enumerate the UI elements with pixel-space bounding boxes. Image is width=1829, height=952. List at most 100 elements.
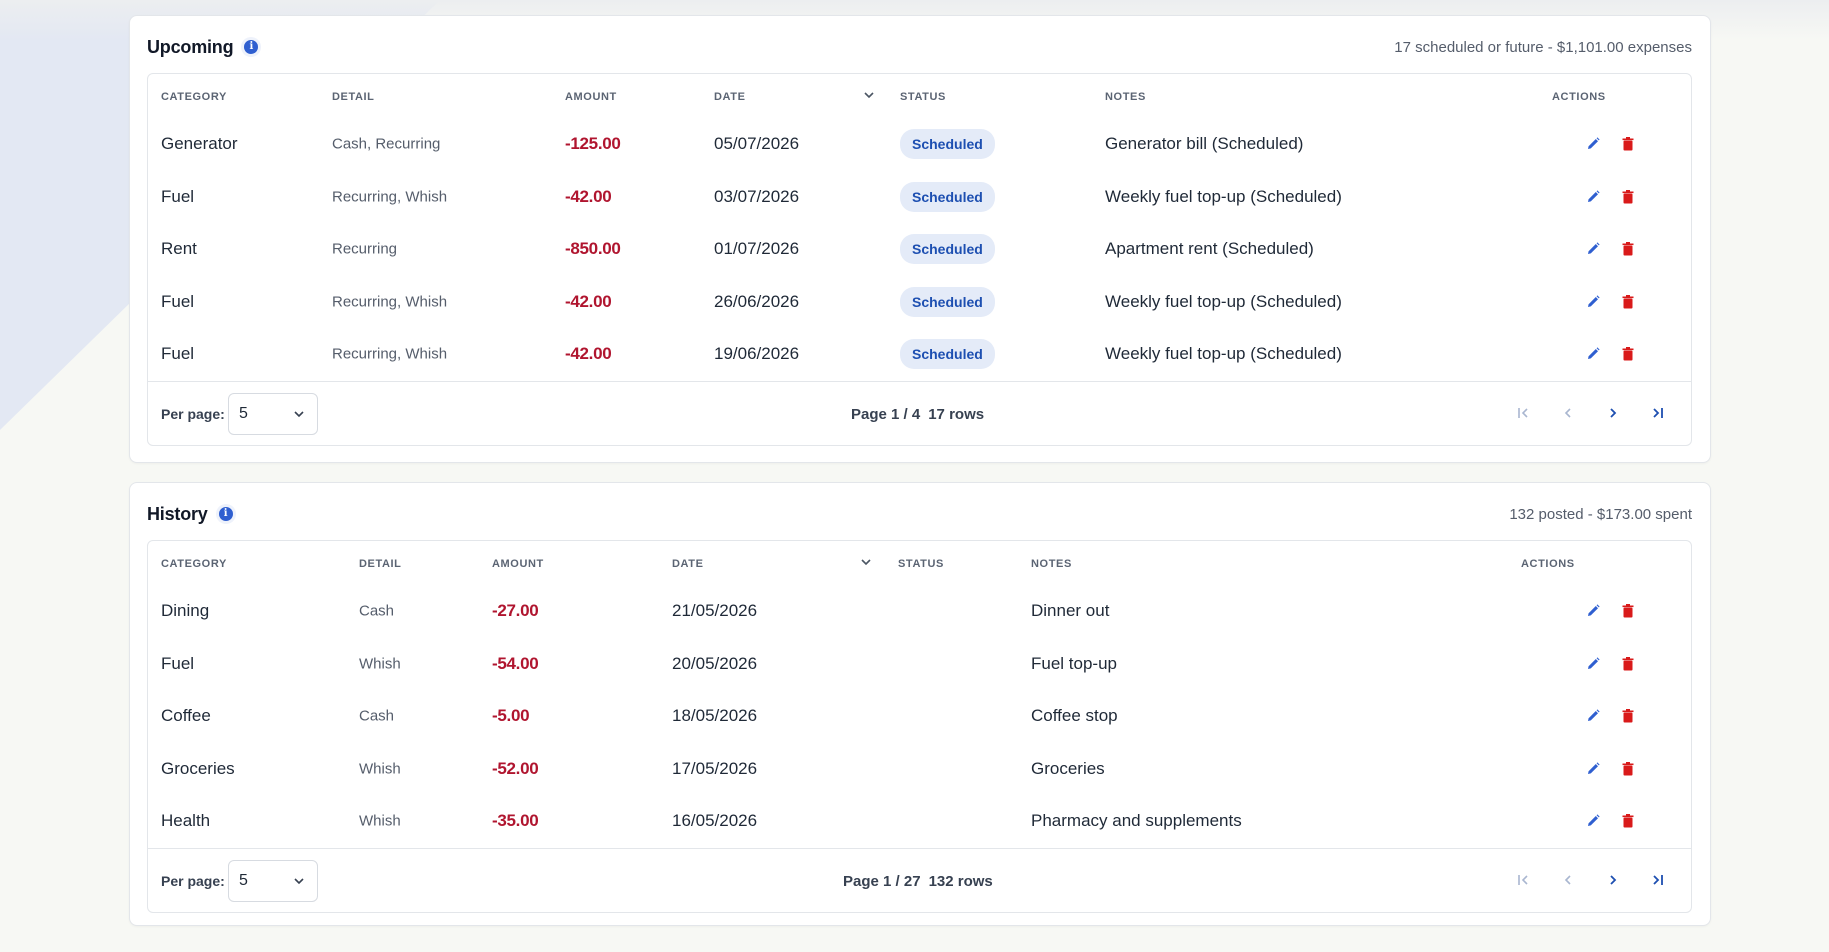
- notes-cell: Generator bill (Scheduled): [1105, 134, 1304, 154]
- row-actions: [1585, 189, 1635, 205]
- first-page-button[interactable]: [1514, 402, 1532, 424]
- pencil-icon[interactable]: [1585, 656, 1601, 672]
- info-icon[interactable]: i: [215, 504, 236, 524]
- detail-cell: Cash: [359, 602, 395, 620]
- last-page-icon: [1653, 874, 1663, 885]
- trash-icon[interactable]: [1621, 189, 1635, 205]
- category-cell: Dining: [161, 601, 210, 621]
- trash-icon[interactable]: [1621, 656, 1635, 672]
- page-text: Page 1 / 27: [843, 872, 921, 890]
- prev-page-button[interactable]: [1559, 869, 1577, 891]
- column-header-category[interactable]: CATEGORY: [161, 558, 227, 570]
- history-summary: 132 posted - $173.00 spent: [1509, 505, 1692, 523]
- detail-cell: Recurring, Whish: [332, 188, 448, 206]
- info-icon[interactable]: i: [241, 37, 262, 57]
- table-row[interactable]: Fuel Recurring, Whish -42.00 26/06/2026 Sche…: [148, 276, 1691, 329]
- column-header-detail[interactable]: DETAIL: [359, 558, 402, 570]
- table-row[interactable]: Rent Recurring -850.00 01/07/2026 Scheduled A…: [148, 223, 1691, 276]
- pagination: [1514, 869, 1667, 891]
- table-row[interactable]: Fuel Recurring, Whish -42.00 03/07/2026 Sche…: [148, 171, 1691, 224]
- next-page-button[interactable]: [1604, 402, 1622, 424]
- history-header: History i 132 posted - $173.00 spent: [147, 499, 1692, 529]
- upcoming-card: Upcoming i 17 scheduled or future - $1,1…: [129, 15, 1711, 463]
- amount-cell: -850.00: [565, 239, 621, 259]
- trash-icon[interactable]: [1621, 708, 1635, 724]
- pencil-icon[interactable]: [1585, 189, 1601, 205]
- last-page-button[interactable]: [1649, 402, 1667, 424]
- first-page-button[interactable]: [1514, 869, 1532, 891]
- row-actions: [1585, 708, 1635, 724]
- pencil-icon[interactable]: [1585, 346, 1601, 362]
- pencil-icon[interactable]: [1585, 761, 1601, 777]
- status-badge: Scheduled: [900, 339, 995, 370]
- column-header-date[interactable]: DATE: [672, 558, 704, 570]
- category-cell: Coffee: [161, 706, 211, 726]
- row-actions: [1585, 656, 1635, 672]
- trash-icon[interactable]: [1621, 813, 1635, 829]
- trash-icon[interactable]: [1621, 294, 1635, 310]
- column-header-amount[interactable]: AMOUNT: [565, 91, 617, 103]
- table-row[interactable]: Fuel Whish -54.00 20/05/2026 Fuel top-up: [148, 638, 1691, 691]
- trash-icon[interactable]: [1621, 603, 1635, 619]
- chevron-right-icon: [1610, 874, 1617, 885]
- status-badge: Scheduled: [900, 181, 995, 212]
- date-cell: 19/06/2026: [714, 344, 800, 364]
- table-header: CATEGORY DETAIL AMOUNT DATE STATUS NOTES…: [148, 74, 1691, 118]
- chevron-down-icon: [294, 410, 304, 417]
- table-body: Generator Cash, Recurring -125.00 05/07/202…: [148, 118, 1691, 381]
- table-row[interactable]: Health Whish -35.00 16/05/2026 Pharmacy and …: [148, 795, 1691, 848]
- per-page-select[interactable]: 5: [228, 392, 318, 435]
- detail-cell: Whish: [359, 655, 401, 673]
- trash-icon[interactable]: [1621, 136, 1635, 152]
- column-header-date[interactable]: DATE: [714, 91, 746, 103]
- column-header-notes[interactable]: NOTES: [1105, 91, 1146, 103]
- amount-cell: -54.00: [492, 653, 539, 673]
- pencil-icon[interactable]: [1585, 136, 1601, 152]
- notes-cell: Dinner out: [1031, 601, 1110, 621]
- column-header-detail[interactable]: DETAIL: [332, 91, 375, 103]
- table-footer: Per page: 5 Page 1 / 4 17 rows: [148, 380, 1691, 445]
- chevron-down-icon[interactable]: [863, 89, 875, 101]
- amount-cell: -5.00: [492, 706, 530, 726]
- column-header-amount[interactable]: AMOUNT: [492, 558, 544, 570]
- column-header-category[interactable]: CATEGORY: [161, 91, 227, 103]
- pencil-icon[interactable]: [1585, 241, 1601, 257]
- table-body: Dining Cash -27.00 21/05/2026 Dinner out Fuel…: [148, 585, 1691, 848]
- pencil-icon[interactable]: [1585, 813, 1601, 829]
- notes-cell: Groceries: [1031, 758, 1105, 778]
- trash-icon[interactable]: [1621, 241, 1635, 257]
- amount-cell: -35.00: [492, 811, 539, 831]
- per-page-select[interactable]: 5: [228, 859, 318, 902]
- row-actions: [1585, 761, 1635, 777]
- chevron-down-icon[interactable]: [860, 556, 872, 568]
- history-table: CATEGORY DETAIL AMOUNT DATE STATUS NOTES…: [147, 540, 1692, 913]
- prev-page-button[interactable]: [1559, 402, 1577, 424]
- category-cell: Groceries: [161, 758, 235, 778]
- table-row[interactable]: Coffee Cash -5.00 18/05/2026 Coffee stop: [148, 690, 1691, 743]
- status-badge: Scheduled: [900, 286, 995, 317]
- date-cell: 20/05/2026: [672, 653, 758, 673]
- trash-icon[interactable]: [1621, 761, 1635, 777]
- category-cell: Fuel: [161, 291, 195, 311]
- pencil-icon[interactable]: [1585, 294, 1601, 310]
- pencil-icon[interactable]: [1585, 708, 1601, 724]
- table-row[interactable]: Groceries Whish -52.00 17/05/2026 Groceries: [148, 743, 1691, 796]
- date-cell: 05/07/2026: [714, 134, 800, 154]
- last-page-icon: [1653, 407, 1663, 418]
- next-page-button[interactable]: [1604, 869, 1622, 891]
- column-header-status[interactable]: STATUS: [898, 558, 944, 570]
- pencil-icon[interactable]: [1585, 603, 1601, 619]
- notes-cell: Fuel top-up: [1031, 653, 1117, 673]
- last-page-button[interactable]: [1649, 869, 1667, 891]
- table-row[interactable]: Dining Cash -27.00 21/05/2026 Dinner out: [148, 585, 1691, 638]
- table-row[interactable]: Generator Cash, Recurring -125.00 05/07/202…: [148, 118, 1691, 171]
- trash-icon[interactable]: [1621, 346, 1635, 362]
- column-header-notes[interactable]: NOTES: [1031, 558, 1072, 570]
- per-page-value: 5: [239, 871, 248, 889]
- amount-cell: -27.00: [492, 601, 539, 621]
- detail-cell: Recurring, Whish: [332, 293, 448, 311]
- table-row[interactable]: Fuel Recurring, Whish -42.00 19/06/2026 Sche…: [148, 328, 1691, 381]
- column-header-status[interactable]: STATUS: [900, 91, 946, 103]
- date-cell: 17/05/2026: [672, 758, 758, 778]
- page-info: Page 1 / 27 132 rows: [843, 873, 993, 890]
